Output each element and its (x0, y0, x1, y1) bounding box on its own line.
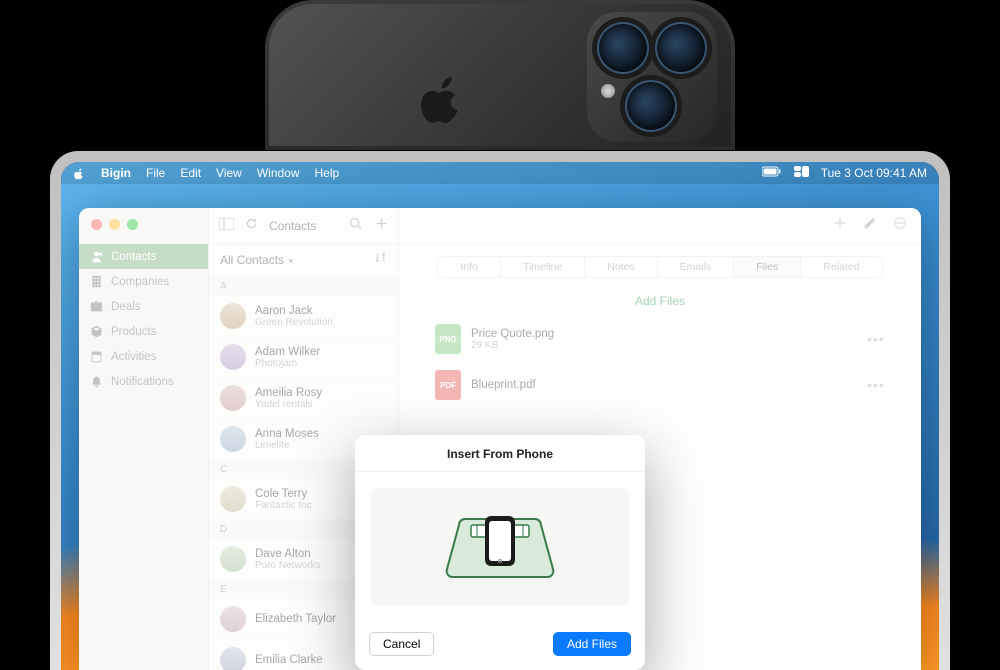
menubar-item[interactable]: Window (257, 166, 300, 180)
menubar: Bigin File Edit View Window Help Tue 3 O… (61, 162, 939, 184)
cancel-button[interactable]: Cancel (369, 632, 434, 656)
control-center-icon[interactable] (794, 166, 809, 180)
camera-flash-icon (601, 84, 615, 98)
phone-icon (485, 516, 515, 566)
menubar-item[interactable]: View (216, 166, 242, 180)
insert-from-phone-modal: Insert From Phone Cancel Add Files (355, 435, 645, 670)
apple-menu-icon[interactable] (73, 167, 86, 180)
app-window: Contacts Companies Deals Products Activi… (79, 208, 921, 670)
battery-icon[interactable] (762, 166, 782, 180)
modal-illustration (371, 488, 629, 606)
modal-title: Insert From Phone (355, 435, 645, 472)
iphone-device (265, 0, 735, 150)
apple-logo-icon (420, 70, 468, 126)
menubar-item[interactable]: Help (315, 166, 340, 180)
menubar-clock[interactable]: Tue 3 Oct 09:41 AM (821, 166, 927, 180)
laptop-device: Bigin File Edit View Window Help Tue 3 O… (50, 151, 950, 670)
camera-lens-icon (597, 22, 649, 74)
menubar-app-name[interactable]: Bigin (101, 166, 131, 180)
add-files-button[interactable]: Add Files (553, 632, 631, 656)
camera-lens-icon (655, 22, 707, 74)
camera-module (587, 12, 717, 142)
menubar-item[interactable]: File (146, 166, 165, 180)
menubar-item[interactable]: Edit (180, 166, 201, 180)
camera-lens-icon (625, 80, 677, 132)
